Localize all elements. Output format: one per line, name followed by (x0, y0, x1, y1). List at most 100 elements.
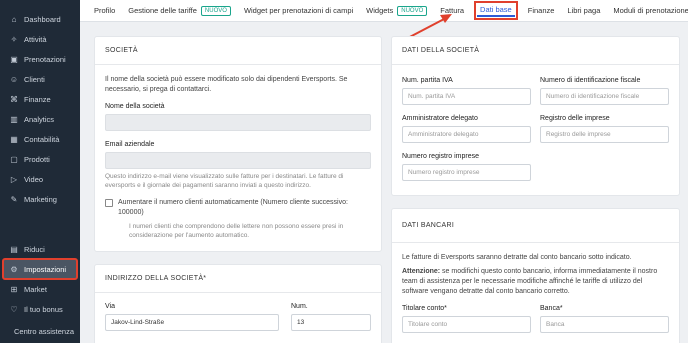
company-card-title: SOCIETÀ (95, 37, 381, 65)
tab-profilo[interactable]: Profilo (94, 6, 115, 15)
sidebar-item-label: Impostazioni (24, 264, 67, 274)
sidebar: ⌂ Dashboard ✧ Attività ▣ Prenotazioni ☺ Clie… (0, 0, 80, 343)
bank-name-input[interactable]: Banca (540, 316, 669, 333)
tab-label: Widget per prenotazioni di campi (243, 6, 354, 15)
address-card: INDIRIZZO DELLA SOCIETÀ* Via Jakov-Lind-… (94, 264, 382, 343)
help-center-link[interactable]: Centro assistenza (0, 323, 80, 339)
sidebar-item-bonus[interactable]: ♡ Il tuo bonus (0, 299, 80, 319)
tab-moduli[interactable]: Moduli di prenotazione e offerte (613, 6, 688, 15)
tab-label: Profilo (94, 6, 116, 15)
new-badge: NUOVO (200, 5, 231, 16)
vat-input[interactable]: Num. partita IVA (402, 88, 531, 105)
street-label: Via (105, 303, 115, 310)
company-email-field (105, 152, 371, 169)
account-holder-label: Titolare conto* (402, 305, 447, 312)
register-input[interactable]: Registro delle imprese (540, 126, 669, 143)
number-label: Num. (291, 303, 308, 310)
register-number-input[interactable]: Numero registro imprese (402, 164, 531, 181)
sidebar-item-label: Contabilità (24, 134, 60, 144)
tab-label: Gestione delle tariffe (128, 6, 197, 15)
company-email-label: Email aziendale (105, 141, 155, 148)
street-input[interactable]: Jakov-Lind-Straße (105, 314, 279, 331)
heart-icon: ♡ (10, 304, 18, 314)
sidebar-item-label: Riduci (24, 244, 45, 254)
ceo-label: Amministratore delegato (402, 115, 478, 122)
sidebar-item-prenotazioni[interactable]: ▣ Prenotazioni (0, 49, 80, 69)
sidebar-item-label: Clienti (24, 74, 45, 84)
sidebar-item-impostazioni[interactable]: ⚙ Impostazioni (2, 258, 78, 280)
sidebar-item-contabilita[interactable]: ▦ Contabilità (0, 129, 80, 149)
auto-number-option[interactable]: Aumentare il numero clienti automaticame… (105, 198, 371, 218)
bank-card: DATI BANCARI Le fatture di Eversports sa… (391, 208, 680, 343)
sidebar-item-market[interactable]: ⊞ Market (0, 279, 80, 299)
company-data-card-title: DATI DELLA SOCIETÀ (392, 37, 679, 65)
chart-icon: ▥ (10, 114, 18, 124)
bank-warning: Attenzione: se modifichi questo conto ba… (402, 267, 669, 297)
sidebar-item-marketing[interactable]: ✎ Marketing (0, 189, 80, 209)
register-number-label: Numero registro imprese (402, 153, 480, 160)
tab-label: Widgets (366, 6, 394, 15)
play-icon: ▷ (10, 174, 18, 184)
gear-icon: ⚙ (10, 264, 18, 274)
box-icon: ▢ (10, 154, 18, 164)
tab-label: Libri paga (567, 6, 601, 15)
auto-number-help: I numeri clienti che comprendono delle l… (129, 223, 344, 239)
company-name-field (105, 114, 371, 131)
company-data-card: DATI DELLA SOCIETÀ Num. partita IVA Num.… (391, 36, 680, 196)
sidebar-item-label: Il tuo bonus (24, 304, 63, 314)
sidebar-item-label: Finanze (24, 94, 51, 104)
sidebar-item-label: Marketing (24, 194, 57, 204)
sidebar-item-analytics[interactable]: ▥ Analytics (0, 109, 80, 129)
tab-libri-paga[interactable]: Libri paga (567, 6, 600, 15)
company-name-label: Nome della società (105, 103, 165, 110)
sidebar-item-video[interactable]: ▷ Video (0, 169, 80, 189)
sidebar-item-prodotti[interactable]: ▢ Prodotti (0, 149, 80, 169)
sidebar-item-label: Prodotti (24, 154, 50, 164)
sidebar-item-label: Market (24, 284, 47, 294)
sidebar-item-label: Dashboard (24, 14, 61, 24)
tab-label: Moduli di prenotazione e offerte (613, 6, 688, 15)
tab-gestione-tariffe[interactable]: Gestione delle tariffe NUOVO (128, 5, 231, 16)
calculator-icon: ▦ (10, 134, 18, 144)
sidebar-item-label: Attività (24, 34, 47, 44)
user-icon: ☺ (9, 74, 19, 84)
address-card-title: INDIRIZZO DELLA SOCIETÀ* (95, 265, 381, 293)
sidebar-item-clienti[interactable]: ☺ Clienti (0, 69, 80, 89)
tab-label: Finanze (527, 6, 555, 15)
settings-tabs: Profilo Gestione delle tariffe NUOVO Widg… (80, 0, 688, 22)
sidebar-item-label: Analytics (24, 114, 55, 124)
tab-widget-campi[interactable]: Widget per prenotazioni di campi (244, 6, 353, 15)
ceo-input[interactable]: Amministratore delegato (402, 126, 531, 143)
calendar-icon: ▣ (10, 54, 18, 64)
number-input[interactable]: 13 (291, 314, 371, 331)
bank-icon: ⌘ (10, 94, 18, 104)
auto-number-label: Aumentare il numero clienti automaticame… (118, 199, 348, 216)
company-card: SOCIETÀ Il nome della società può essere… (94, 36, 382, 252)
activity-icon: ✧ (10, 34, 18, 44)
sidebar-item-finanze[interactable]: ⌘ Finanze (0, 89, 80, 109)
tab-finanze[interactable]: Finanze (528, 6, 555, 15)
dashboard-icon: ⌂ (11, 14, 17, 24)
sidebar-bottom-nav: ▤ Riduci ⚙ Impostazioni ⊞ Market ♡ Il tuo bo… (0, 239, 80, 319)
sidebar-item-label: Prenotazioni (24, 54, 66, 64)
bank-intro: Le fatture di Eversports saranno detratt… (402, 254, 632, 261)
bank-warning-prefix: Attenzione: (402, 268, 441, 275)
sidebar-item-riduci[interactable]: ▤ Riduci (0, 239, 80, 259)
account-holder-input[interactable]: Titolare conto (402, 316, 531, 333)
document-icon: ▤ (10, 244, 18, 254)
register-label: Registro delle imprese (540, 115, 610, 122)
auto-number-checkbox[interactable] (105, 199, 113, 207)
vat-label: Num. partita IVA (402, 77, 453, 84)
sidebar-item-attivita[interactable]: ✧ Attività (0, 29, 80, 49)
bank-name-label: Banca* (540, 305, 563, 312)
sidebar-main-nav: ⌂ Dashboard ✧ Attività ▣ Prenotazioni ☺ Clie… (0, 9, 80, 209)
company-email-help: Questo indirizzo e-mail viene visualizza… (105, 173, 344, 189)
tax-id-input[interactable]: Numero di identificazione fiscale (540, 88, 669, 105)
tax-id-label: Numero di identificazione fiscale (540, 77, 641, 84)
megaphone-icon: ✎ (10, 194, 18, 204)
bank-warning-text: se modifichi questo conto bancario, info… (402, 268, 658, 295)
bank-card-title: DATI BANCARI (392, 209, 679, 243)
tab-label: Dati base (480, 5, 512, 14)
tab-dati-base[interactable]: Dati base (474, 1, 518, 20)
sidebar-item-dashboard[interactable]: ⌂ Dashboard (0, 9, 80, 29)
